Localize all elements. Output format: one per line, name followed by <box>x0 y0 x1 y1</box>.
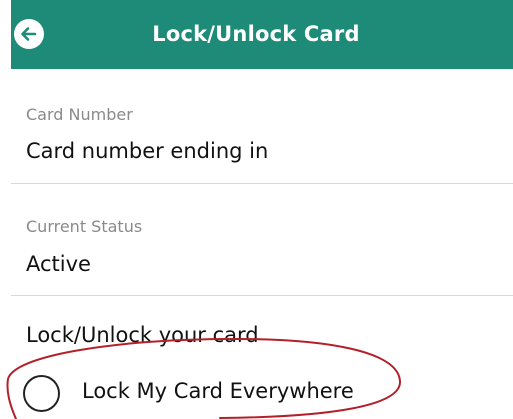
app-header: Lock/Unlock Card <box>11 0 513 69</box>
card-number-value: Card number ending in <box>26 139 269 163</box>
lock-unlock-section: Lock/Unlock your card Lock My Card Every… <box>11 295 513 419</box>
current-status-value: Active <box>26 252 91 276</box>
lock-unlock-card-screen: Lock/Unlock Card Card Number Card number… <box>0 0 513 419</box>
lock-everywhere-option[interactable]: Lock My Card Everywhere <box>23 374 483 418</box>
lock-unlock-heading: Lock/Unlock your card <box>26 323 259 347</box>
page-title: Lock/Unlock Card <box>152 22 360 46</box>
lock-everywhere-label: Lock My Card Everywhere <box>82 379 354 403</box>
card-number-section: Card Number Card number ending in <box>11 69 513 183</box>
current-status-section: Current Status Active <box>11 183 513 295</box>
current-status-label: Current Status <box>26 217 143 236</box>
card-number-label: Card Number <box>26 105 133 124</box>
lock-everywhere-radio[interactable] <box>23 375 60 412</box>
